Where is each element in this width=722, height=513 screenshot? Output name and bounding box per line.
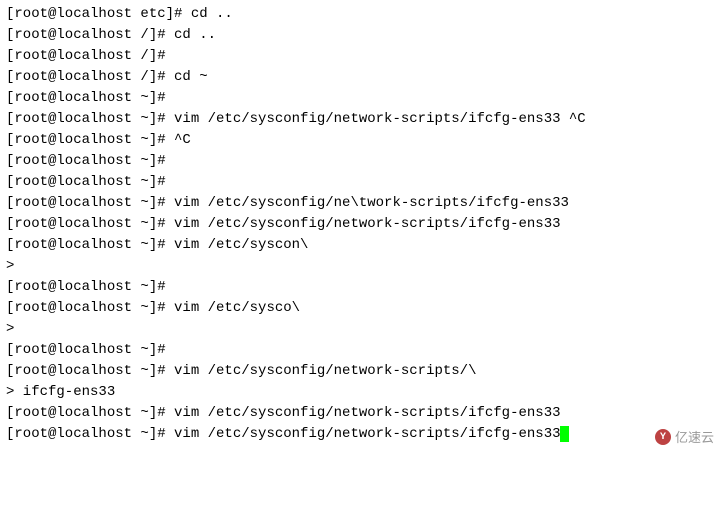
continuation-prompt: > bbox=[6, 319, 716, 340]
terminal-line: [root@localhost ~]# bbox=[6, 151, 716, 172]
terminal-line: [root@localhost /]# cd .. bbox=[6, 25, 716, 46]
terminal-output[interactable]: [root@localhost etc]# cd .. [root@localh… bbox=[6, 4, 716, 445]
terminal-line: [root@localhost /]# bbox=[6, 46, 716, 67]
watermark-label: 亿速云 bbox=[675, 428, 714, 448]
terminal-line: [root@localhost ~]# bbox=[6, 340, 716, 361]
watermark-logo-icon: Y bbox=[655, 429, 671, 445]
terminal-line: [root@localhost ~]# vim /etc/sysconfig/n… bbox=[6, 193, 716, 214]
terminal-line: [root@localhost ~]# vim /etc/sysco\ bbox=[6, 298, 716, 319]
terminal-line: [root@localhost ~]# vim /etc/syscon\ bbox=[6, 235, 716, 256]
cursor-icon bbox=[560, 426, 569, 442]
terminal-line: [root@localhost ~]# bbox=[6, 277, 716, 298]
terminal-line: [root@localhost ~]# vim /etc/sysconfig/n… bbox=[6, 403, 716, 424]
watermark: Y 亿速云 bbox=[655, 428, 714, 448]
terminal-line: [root@localhost etc]# cd .. bbox=[6, 4, 716, 25]
terminal-line: [root@localhost ~]# bbox=[6, 88, 716, 109]
terminal-line: [root@localhost ~]# vim /etc/sysconfig/n… bbox=[6, 109, 716, 130]
terminal-line: [root@localhost ~]# vim /etc/sysconfig/n… bbox=[6, 361, 716, 382]
continuation-prompt: > ifcfg-ens33 bbox=[6, 382, 716, 403]
terminal-line: [root@localhost /]# cd ~ bbox=[6, 67, 716, 88]
terminal-line: [root@localhost ~]# ^C bbox=[6, 130, 716, 151]
terminal-line: [root@localhost ~]# bbox=[6, 172, 716, 193]
terminal-current-line: [root@localhost ~]# vim /etc/sysconfig/n… bbox=[6, 424, 716, 445]
terminal-line: [root@localhost ~]# vim /etc/sysconfig/n… bbox=[6, 214, 716, 235]
current-command: [root@localhost ~]# vim /etc/sysconfig/n… bbox=[6, 426, 561, 442]
continuation-prompt: > bbox=[6, 256, 716, 277]
